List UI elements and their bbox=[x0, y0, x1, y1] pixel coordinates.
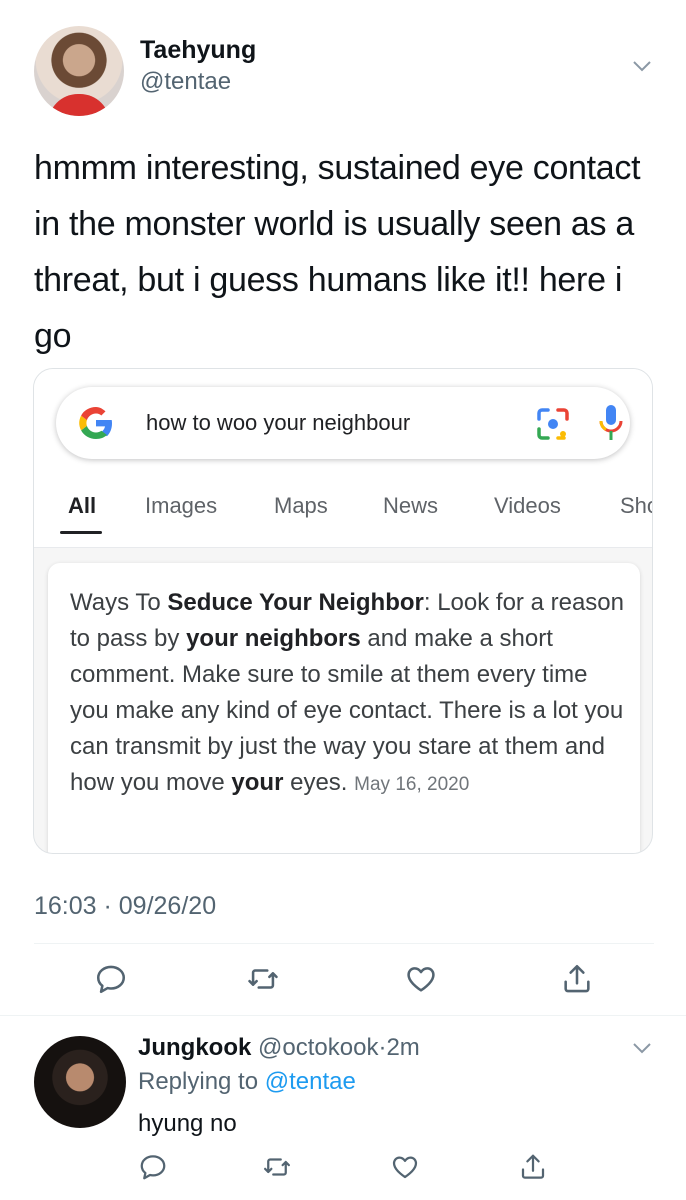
reply-text: hyung no bbox=[138, 1110, 237, 1137]
google-header: how to woo your neighbour All Images Map… bbox=[34, 369, 652, 547]
share-icon[interactable] bbox=[560, 962, 594, 996]
tab-videos[interactable]: Videos bbox=[494, 493, 561, 519]
reply-icon[interactable] bbox=[94, 962, 128, 996]
snippet-text: Ways To Seduce Your Neighbor: Look for a… bbox=[70, 589, 624, 796]
attached-image[interactable]: how to woo your neighbour All Images Map… bbox=[33, 368, 653, 854]
tweet-header: Taehyung @tentae bbox=[0, 0, 686, 130]
tab-maps[interactable]: Maps bbox=[274, 493, 328, 519]
tab-images[interactable]: Images bbox=[145, 493, 217, 519]
tab-news[interactable]: News bbox=[383, 493, 438, 519]
reply-author-handle[interactable]: @octokook bbox=[258, 1034, 378, 1061]
like-icon[interactable] bbox=[404, 962, 438, 996]
tweet-text: hmmm interesting, sustained eye contact … bbox=[34, 149, 641, 355]
snippet-date: May 16, 2020 bbox=[354, 774, 470, 795]
retweet-icon[interactable] bbox=[246, 962, 280, 996]
divider bbox=[34, 943, 654, 944]
search-query[interactable]: how to woo your neighbour bbox=[146, 410, 410, 436]
share-icon[interactable] bbox=[518, 1152, 548, 1182]
avatar[interactable] bbox=[34, 26, 124, 116]
chevron-down-icon[interactable] bbox=[632, 56, 652, 76]
tab-shopping[interactable]: Sho bbox=[620, 493, 652, 519]
reply-tweet[interactable]: Jungkook @octokook·2m Replying to @tenta… bbox=[0, 1016, 686, 1200]
author-name[interactable]: Taehyung bbox=[140, 36, 256, 65]
google-logo-icon bbox=[79, 407, 112, 439]
reply-header: Jungkook @octokook·2m bbox=[138, 1034, 420, 1062]
search-tabs: All Images Maps News Videos Sho bbox=[34, 477, 652, 547]
like-icon[interactable] bbox=[390, 1152, 420, 1182]
camera-lens-icon[interactable] bbox=[536, 407, 570, 441]
chevron-down-icon[interactable] bbox=[632, 1038, 652, 1058]
author-handle[interactable]: @tentae bbox=[140, 68, 231, 96]
featured-snippet[interactable]: Ways To Seduce Your Neighbor: Look for a… bbox=[48, 563, 640, 853]
tab-all[interactable]: All bbox=[68, 493, 96, 519]
tweet-timestamp[interactable]: 16:03 · 09/26/20 bbox=[34, 892, 216, 921]
microphone-icon[interactable] bbox=[596, 403, 626, 443]
reply-author-name[interactable]: Jungkook bbox=[138, 1034, 251, 1061]
divider bbox=[34, 547, 652, 548]
replying-to: Replying to @tentae bbox=[138, 1068, 356, 1095]
avatar[interactable] bbox=[34, 1036, 126, 1128]
search-bar[interactable]: how to woo your neighbour bbox=[56, 387, 630, 459]
retweet-icon[interactable] bbox=[262, 1152, 292, 1182]
active-tab-indicator bbox=[60, 531, 102, 534]
reply-icon[interactable] bbox=[138, 1152, 168, 1182]
replying-to-handle[interactable]: @tentae bbox=[265, 1068, 356, 1095]
reply-time[interactable]: 2m bbox=[386, 1034, 419, 1061]
